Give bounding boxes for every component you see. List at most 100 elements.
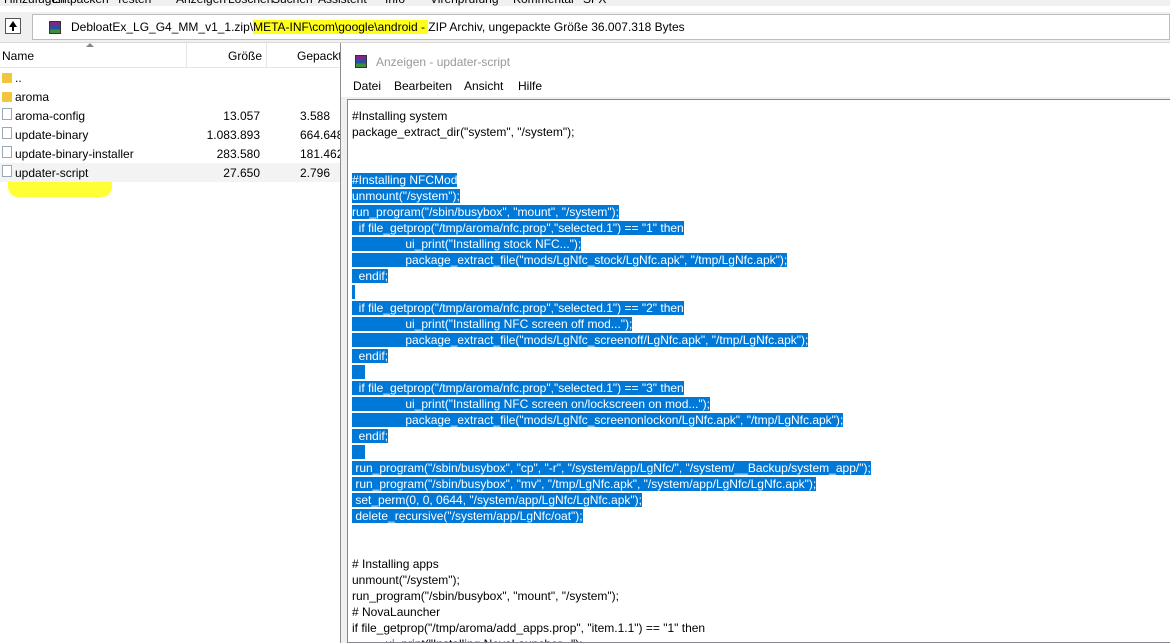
code-line: if file_getprop("/tmp/aroma/nfc.prop","s…	[352, 300, 871, 316]
column-header-packed[interactable]: Gepackt	[297, 49, 342, 63]
code-line: package_extract_file("mods/LgNfc_screeno…	[352, 332, 871, 348]
selected-text: if file_getprop("/tmp/aroma/nfc.prop","s…	[352, 221, 684, 235]
toolbar-item[interactable]: Suchen	[272, 0, 313, 6]
menu-ansicht[interactable]: Ansicht	[464, 79, 503, 93]
toolbar-item[interactable]: Testen	[116, 0, 151, 6]
archive-icon	[355, 55, 367, 68]
file-size: 283.580	[216, 147, 260, 161]
file-size: 13.057	[223, 109, 260, 123]
sort-ascending-icon	[86, 43, 94, 47]
column-header-size[interactable]: Größe	[228, 49, 262, 63]
file-icon	[2, 165, 12, 177]
code-line: ui_print("Installing NFC screen on/locks…	[352, 396, 871, 412]
code-line: endif;	[352, 268, 871, 284]
file-size: 1.083.893	[206, 128, 260, 142]
path-highlighted: META-INF\com\google\android -	[253, 20, 429, 34]
toolbar-item[interactable]: Assistent	[318, 0, 367, 6]
code-line: ui_print("Installing NovaLauncher...");	[352, 636, 871, 642]
toolbar-item[interactable]: SFX	[583, 0, 606, 6]
viewer-title: Anzeigen - updater-script	[376, 55, 511, 69]
selected-text: set_perm(0, 0, 0644, "/system/app/LgNfc/…	[352, 493, 642, 507]
code-line: set_perm(0, 0, 0644, "/system/app/LgNfc/…	[352, 492, 871, 508]
file-row[interactable]: update-binary 1.083.893 664.648	[0, 125, 344, 144]
selected-text: ui_print("Installing NFC screen off mod.…	[352, 317, 633, 331]
selected-text: if file_getprop("/tmp/aroma/nfc.prop","s…	[352, 381, 684, 395]
file-name: aroma-config	[15, 109, 86, 123]
code-line: unmount("/system");	[352, 572, 871, 588]
toolbar-item[interactable]: Anzeigen	[176, 0, 226, 6]
menu-datei[interactable]: Datei	[353, 79, 381, 93]
file-name: ..	[15, 71, 22, 85]
toolbar-item[interactable]: Virenprüfung	[430, 0, 499, 6]
main-toolbar: HinzufügenEntpackenTestenAnzeigenLöschen…	[0, 0, 1170, 6]
code-line	[352, 364, 871, 380]
selected-text: package_extract_file("mods/LgNfc_screeno…	[352, 413, 844, 427]
folder-icon	[2, 73, 12, 83]
code-line: ui_print("Installing NFC screen off mod.…	[352, 316, 871, 332]
file-name: aroma	[15, 90, 50, 104]
column-header-name[interactable]: Name	[2, 49, 34, 63]
file-name: updater-script	[15, 166, 89, 180]
selected-text: package_extract_file("mods/LgNfc_stock/L…	[352, 253, 788, 267]
toolbar-item[interactable]: Entpacken	[52, 0, 109, 6]
selected-text: #Installing NFCMod	[352, 173, 458, 187]
line-text: # Installing apps	[352, 557, 439, 571]
column-divider[interactable]	[186, 43, 187, 67]
line-text: ui_print("Installing NovaLauncher...");	[352, 637, 582, 642]
code-line	[352, 444, 871, 460]
code-line: # Installing apps	[352, 556, 871, 572]
file-icon	[2, 108, 12, 120]
file-row[interactable]: aroma-config 13.057 3.588	[0, 106, 342, 125]
toolbar-item[interactable]: Löschen	[228, 0, 273, 6]
selected-text	[352, 285, 356, 299]
code-line: if file_getprop("/tmp/aroma/nfc.prop","s…	[352, 380, 871, 396]
file-icon	[2, 146, 12, 158]
file-packed-size: 181.462	[300, 147, 344, 161]
code-line: ui_print("Installing stock NFC...");	[352, 236, 871, 252]
code-line: run_program("/sbin/busybox", "mount", "/…	[352, 204, 871, 220]
line-text: package_extract_dir("system", "/system")…	[352, 125, 575, 139]
code-line: endif;	[352, 348, 871, 364]
menu-hilfe[interactable]: Hilfe	[518, 79, 542, 93]
code-line: # NovaLauncher	[352, 604, 871, 620]
line-text: if file_getprop("/tmp/aroma/add_apps.pro…	[352, 621, 706, 635]
selected-text: ui_print("Installing stock NFC...");	[352, 237, 582, 251]
line-text: unmount("/system");	[352, 573, 460, 587]
selected-text: package_extract_file("mods/LgNfc_screeno…	[352, 333, 809, 347]
file-row[interactable]: update-binary-installer 283.580 181.462	[0, 144, 344, 163]
code-line: package_extract_dir("system", "/system")…	[352, 124, 871, 140]
file-row[interactable]: updater-script 27.650 2.796	[0, 163, 342, 182]
file-packed-size: 664.648	[300, 128, 344, 142]
file-row[interactable]: ..	[0, 68, 342, 87]
selected-text	[352, 445, 366, 459]
file-packed-size: 2.796	[300, 166, 331, 180]
column-divider[interactable]	[266, 43, 267, 67]
menu-bearbeiten[interactable]: Bearbeiten	[394, 79, 452, 93]
viewer-menu-bar: Datei Bearbeiten Ansicht Hilfe	[341, 75, 1170, 97]
line-text: # NovaLauncher	[352, 605, 441, 619]
text-view[interactable]: #Installing system package_extract_dir("s…	[347, 99, 1170, 643]
path-prefix: DebloatEx_LG_G4_MM_v1_1.zip\	[71, 20, 254, 34]
file-row[interactable]: aroma	[0, 87, 342, 106]
path-text: DebloatEx_LG_G4_MM_v1_1.zip\META-INF\com…	[71, 20, 685, 34]
line-text: run_program("/sbin/busybox", "mount", "/…	[352, 589, 619, 603]
code-line: delete_recursive("/system/app/LgNfc/oat"…	[352, 508, 871, 524]
path-field[interactable]: DebloatEx_LG_G4_MM_v1_1.zip\META-INF\com…	[32, 14, 1170, 40]
viewer-title-bar[interactable]: Anzeigen - updater-script	[341, 43, 1170, 75]
toolbar-item[interactable]: Info	[385, 0, 405, 6]
file-size: 27.650	[223, 166, 260, 180]
selected-text: ui_print("Installing NFC screen on/locks…	[352, 397, 710, 411]
toolbar-item[interactable]: Kommentar	[513, 0, 575, 6]
path-bar: DebloatEx_LG_G4_MM_v1_1.zip\META-INF\com…	[0, 12, 1170, 43]
code-line: run_program("/sbin/busybox", "mount", "/…	[352, 588, 871, 604]
file-name: update-binary-installer	[15, 147, 134, 161]
line-text: #Installing system	[352, 109, 448, 123]
file-name: update-binary	[15, 128, 89, 142]
up-folder-button[interactable]	[5, 18, 21, 34]
code-line: run_program("/sbin/busybox", "cp", "-r",…	[352, 460, 871, 476]
selected-text: delete_recursive("/system/app/LgNfc/oat"…	[352, 509, 583, 523]
code-line: run_program("/sbin/busybox", "mv", "/tmp…	[352, 476, 871, 492]
